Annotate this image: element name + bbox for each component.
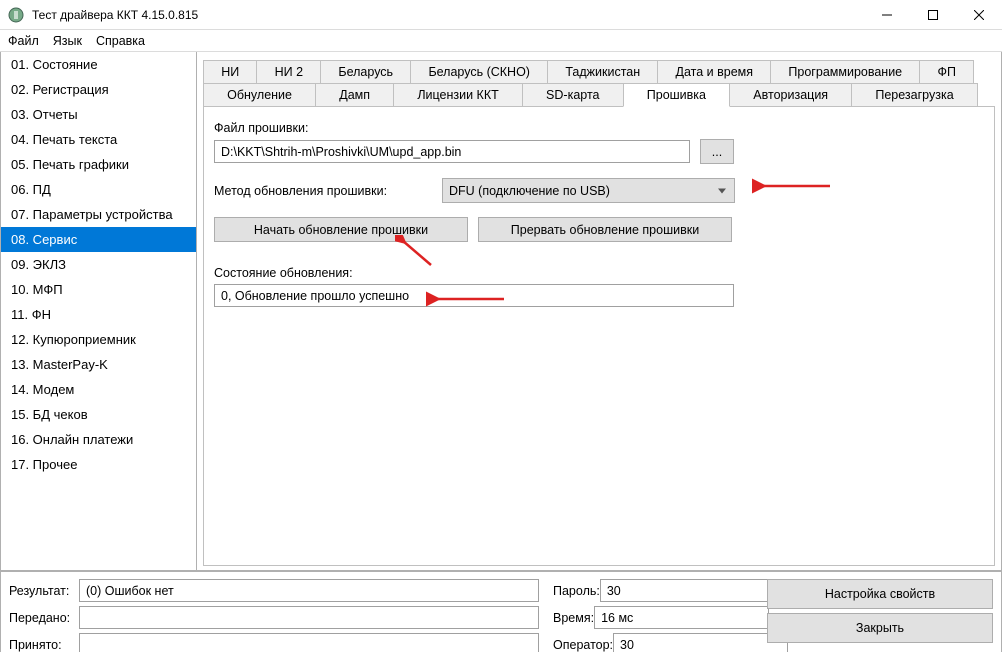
- sidebar-item[interactable]: 13. MasterPay-K: [1, 352, 196, 377]
- update-method-select[interactable]: DFU (подключение по USB): [442, 178, 735, 203]
- result-label: Результат:: [9, 584, 79, 598]
- main-panel: НИНИ 2БеларусьБеларусь (СКНО)Таджикистан…: [197, 52, 1002, 571]
- update-method-label: Метод обновления прошивки:: [214, 184, 432, 198]
- sidebar-item[interactable]: 06. ПД: [1, 177, 196, 202]
- tab[interactable]: Беларусь: [320, 60, 411, 83]
- sidebar-item[interactable]: 07. Параметры устройства: [1, 202, 196, 227]
- tab[interactable]: SD-карта: [522, 83, 624, 107]
- sidebar-item[interactable]: 09. ЭКЛЗ: [1, 252, 196, 277]
- operator-label: Оператор:: [553, 638, 613, 652]
- close-button[interactable]: [956, 0, 1002, 30]
- tab-row-1: НИНИ 2БеларусьБеларусь (СКНО)Таджикистан…: [203, 60, 995, 83]
- tab[interactable]: Программирование: [770, 60, 920, 83]
- tab[interactable]: ФП: [919, 60, 974, 83]
- received-output: [79, 633, 539, 652]
- stop-update-button[interactable]: Прервать обновление прошивки: [478, 217, 732, 242]
- sidebar-item[interactable]: 12. Купюроприемник: [1, 327, 196, 352]
- tab[interactable]: Дамп: [315, 83, 394, 107]
- sidebar-item[interactable]: 01. Состояние: [1, 52, 196, 77]
- password-label: Пароль:: [553, 584, 600, 598]
- minimize-button[interactable]: [864, 0, 910, 30]
- tab[interactable]: Лицензии ККТ: [393, 83, 523, 107]
- sidebar-item[interactable]: 15. БД чеков: [1, 402, 196, 427]
- operator-input[interactable]: [613, 633, 788, 652]
- sent-label: Передано:: [9, 611, 79, 625]
- sidebar: 01. Состояние02. Регистрация03. Отчеты04…: [0, 52, 197, 571]
- update-method-value: DFU (подключение по USB): [449, 184, 610, 198]
- footer: Результат: Передано: Принято: Пароль: Вр…: [0, 571, 1002, 652]
- tab[interactable]: Перезагрузка: [851, 83, 978, 107]
- sent-output: [79, 606, 539, 629]
- menubar: Файл Язык Справка: [0, 30, 1002, 52]
- sidebar-item[interactable]: 17. Прочее: [1, 452, 196, 477]
- tab[interactable]: Беларусь (СКНО): [410, 60, 548, 83]
- sidebar-item[interactable]: 10. МФП: [1, 277, 196, 302]
- sidebar-item[interactable]: 16. Онлайн платежи: [1, 427, 196, 452]
- sidebar-item[interactable]: 08. Сервис: [1, 227, 196, 252]
- menu-language[interactable]: Язык: [53, 34, 82, 48]
- tab[interactable]: НИ: [203, 60, 257, 83]
- sidebar-item[interactable]: 05. Печать графики: [1, 152, 196, 177]
- sidebar-item[interactable]: 14. Модем: [1, 377, 196, 402]
- firmware-file-label: Файл прошивки:: [214, 121, 984, 135]
- titlebar: Тест драйвера ККТ 4.15.0.815: [0, 0, 1002, 30]
- annotation-arrow: [426, 291, 506, 311]
- update-state-label: Состояние обновления:: [214, 266, 984, 280]
- tab[interactable]: Дата и время: [657, 60, 771, 83]
- sidebar-item[interactable]: 02. Регистрация: [1, 77, 196, 102]
- time-output: [594, 606, 769, 629]
- tab[interactable]: НИ 2: [256, 60, 321, 83]
- time-label: Время:: [553, 611, 594, 625]
- password-input[interactable]: [600, 579, 775, 602]
- annotation-arrow: [752, 178, 832, 198]
- tab-content: Файл прошивки: ... Метод обновления прош…: [203, 106, 995, 566]
- sidebar-item[interactable]: 04. Печать текста: [1, 127, 196, 152]
- menu-help[interactable]: Справка: [96, 34, 145, 48]
- tab[interactable]: Авторизация: [729, 83, 852, 107]
- annotation-arrow: [395, 235, 435, 269]
- app-icon: [8, 7, 24, 23]
- menu-file[interactable]: Файл: [8, 34, 39, 48]
- firmware-file-input[interactable]: [214, 140, 690, 163]
- window-title: Тест драйвера ККТ 4.15.0.815: [32, 8, 864, 22]
- browse-button[interactable]: ...: [700, 139, 734, 164]
- result-output: [79, 579, 539, 602]
- tab[interactable]: Обнуление: [203, 83, 316, 107]
- tab-row-2: ОбнулениеДампЛицензии ККТSD-картаПрошивк…: [203, 83, 995, 107]
- maximize-button[interactable]: [910, 0, 956, 30]
- tab[interactable]: Прошивка: [623, 83, 731, 107]
- sidebar-item[interactable]: 03. Отчеты: [1, 102, 196, 127]
- close-app-button[interactable]: Закрыть: [767, 613, 993, 643]
- properties-button[interactable]: Настройка свойств: [767, 579, 993, 609]
- sidebar-item[interactable]: 11. ФН: [1, 302, 196, 327]
- received-label: Принято:: [9, 638, 79, 652]
- tab[interactable]: Таджикистан: [547, 60, 658, 83]
